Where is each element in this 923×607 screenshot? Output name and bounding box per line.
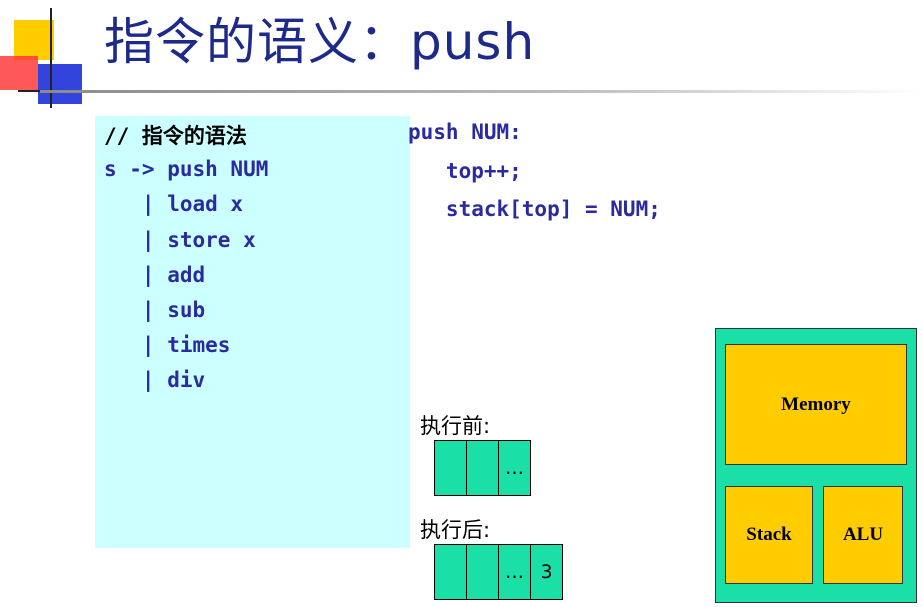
stack-cell <box>466 440 499 496</box>
stack-box: Stack <box>725 486 813 584</box>
grammar-line: s -> push NUM <box>104 157 269 181</box>
after-label: 执行后: <box>420 518 491 542</box>
stack-cell <box>466 544 499 600</box>
before-label: 执行前: <box>420 414 491 438</box>
grammar-line: | add <box>104 263 206 287</box>
grammar-line: | sub <box>104 298 206 322</box>
logo-blue-square <box>38 64 82 104</box>
stack-cell <box>434 440 467 496</box>
semantics-line: push NUM: <box>408 120 522 144</box>
memory-box: Memory <box>725 344 907 465</box>
logo-vertical-line <box>50 8 52 108</box>
semantics-line: top++; <box>408 159 522 183</box>
grammar-line: | times <box>104 333 231 357</box>
grammar-line: | div <box>104 368 206 392</box>
title-divider <box>40 90 923 93</box>
after-stack: … 3 <box>434 544 563 600</box>
stack-cell: 3 <box>530 544 563 600</box>
stack-cell <box>434 544 467 600</box>
page-title: 指令的语义：push <box>104 13 536 71</box>
semantics-line: stack[top] = NUM; <box>408 197 661 221</box>
logo-red-square <box>0 56 38 90</box>
stack-cell: … <box>498 544 531 600</box>
logo-yellow-square <box>14 20 54 60</box>
stack-cell: … <box>498 440 531 496</box>
grammar-comment: // 指令的语法 <box>104 124 247 148</box>
before-stack: … <box>434 440 531 496</box>
alu-box: ALU <box>823 486 903 584</box>
grammar-line: | store x <box>104 228 256 252</box>
machine-diagram: Memory Stack ALU <box>715 328 917 603</box>
grammar-line: | load x <box>104 192 244 216</box>
